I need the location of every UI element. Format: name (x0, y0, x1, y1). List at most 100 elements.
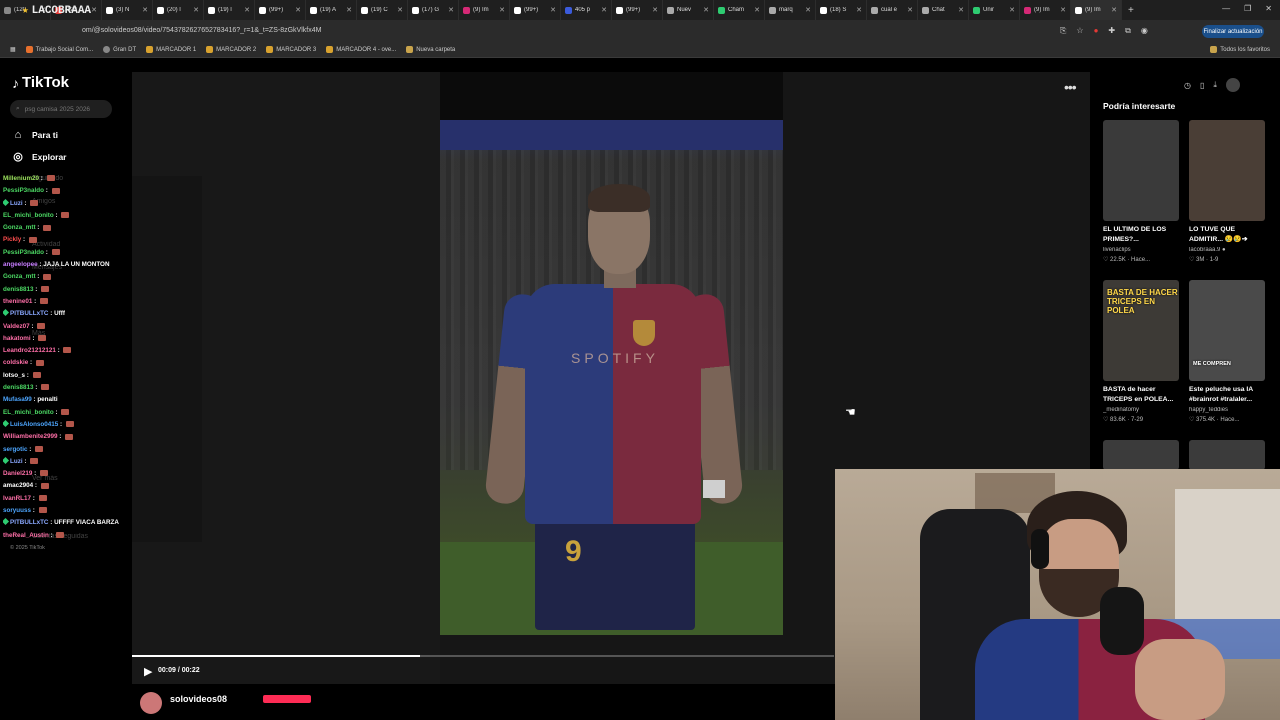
tab-close-icon[interactable]: ✕ (601, 6, 607, 14)
puzzle-icon[interactable]: ⧉ (1125, 26, 1131, 36)
chat-username[interactable]: Pickly (3, 236, 21, 243)
browser-tab[interactable]: (19) A ✕ (306, 0, 357, 20)
browser-tab[interactable]: (17) G ✕ (408, 0, 459, 20)
follow-button[interactable] (263, 695, 311, 703)
browser-tab[interactable]: 405 p ✕ (561, 0, 612, 20)
suggestion-user[interactable]: liveriaclips (1103, 247, 1179, 253)
tab-close-icon[interactable]: ✕ (1060, 6, 1066, 14)
tab-close-icon[interactable]: ✕ (1009, 6, 1015, 14)
browser-tab[interactable]: (9) Im ✕ (1071, 0, 1122, 20)
update-button[interactable]: Finalizar actualización (1202, 25, 1264, 38)
browser-tab[interactable]: (18) S ✕ (816, 0, 867, 20)
chat-username[interactable]: Daniel219 (3, 470, 32, 477)
bookmark-item[interactable]: MARCADOR 4 - ove... (326, 46, 396, 53)
progress-bar[interactable] (132, 655, 834, 657)
chat-username[interactable]: EL_michi_bonito (3, 212, 54, 219)
bookmark-item[interactable]: Trabajo Social Com... (25, 46, 93, 53)
chat-username[interactable]: Gonza_mtt (3, 224, 36, 231)
tab-close-icon[interactable]: ✕ (1111, 6, 1117, 14)
suggestion-card[interactable]: EL ULTIMO DE LOS PRIMES?... liveriaclips ♡… (1103, 120, 1179, 263)
chat-username[interactable]: Gonza_mtt (3, 273, 36, 280)
chat-username[interactable]: PITBULLxTC (10, 310, 48, 317)
chat-username[interactable]: coldskie (3, 359, 28, 366)
browser-tab[interactable]: (9) Im ✕ (1020, 0, 1071, 20)
chat-username[interactable]: denis8813 (3, 384, 33, 391)
browser-tab[interactable]: (99+) ✕ (612, 0, 663, 20)
bookmark-item[interactable]: MARCADOR 2 (206, 46, 256, 53)
suggestion-thumbnail[interactable] (1189, 440, 1265, 470)
tab-close-icon[interactable]: ✕ (652, 6, 658, 14)
suggestion-thumbnail[interactable] (1103, 120, 1179, 221)
browser-tab[interactable]: (9) Im ✕ (459, 0, 510, 20)
tab-close-icon[interactable]: ✕ (754, 6, 760, 14)
suggestion-thumbnail[interactable]: ME COMPREN (1189, 280, 1265, 381)
tab-close-icon[interactable]: ✕ (550, 6, 556, 14)
chat-username[interactable]: Valdez07 (3, 323, 30, 330)
browser-tab[interactable]: (19) l ✕ (204, 0, 255, 20)
bookmark-item[interactable]: Gran DT (103, 46, 136, 53)
chat-username[interactable]: hakatomi (3, 335, 31, 342)
browser-tab[interactable]: Unir ✕ (969, 0, 1020, 20)
suggestion-thumbnail[interactable]: BASTA DE HACER TRICEPS EN POLEA (1103, 280, 1179, 381)
bookmark-star-icon[interactable]: ☆ (1076, 26, 1083, 36)
chat-username[interactable]: amac2904 (3, 482, 33, 489)
more-options-button[interactable]: ••• (1064, 79, 1077, 95)
new-tab-button[interactable]: + (1128, 5, 1134, 16)
tab-close-icon[interactable]: ✕ (295, 6, 301, 14)
suggestion-caption[interactable]: LO TUVE QUE ADMITIR... 😢😢➔ (1189, 225, 1265, 245)
browser-tab[interactable]: marq ✕ (765, 0, 816, 20)
minimize-icon[interactable]: — (1222, 4, 1230, 13)
chat-username[interactable]: sergotic (3, 446, 28, 453)
bookmark-item[interactable]: MARCADOR 1 (146, 46, 196, 53)
suggestion-caption[interactable]: EL ULTIMO DE LOS PRIMES?... (1103, 225, 1179, 245)
suggestion-user[interactable]: happy_teddies (1189, 407, 1265, 413)
chat-username[interactable]: PessiP3naldo (3, 249, 44, 256)
tab-close-icon[interactable]: ✕ (346, 6, 352, 14)
extension-icon[interactable]: ✚ (1108, 26, 1115, 36)
tab-close-icon[interactable]: ✕ (193, 6, 199, 14)
suggestion-caption[interactable]: BASTA de hacer TRICEPS en POLEA... (1103, 385, 1179, 405)
nav-explore[interactable]: ◎ Explorar (12, 151, 66, 163)
video-frame[interactable]: SPOTIFY 9 (440, 72, 783, 635)
author-name[interactable]: solovideos08 (170, 694, 227, 704)
chat-username[interactable]: LuisAlonso0415 (10, 421, 58, 428)
browser-tab[interactable]: (99+) ✕ (255, 0, 306, 20)
play-icon[interactable]: ▶ (144, 665, 152, 678)
bookmark-item[interactable]: MARCADOR 3 (266, 46, 316, 53)
chat-username[interactable]: Leandro21212121 (3, 347, 56, 354)
chat-username[interactable]: angeelopee (3, 261, 38, 268)
chat-username[interactable]: Mufasa99 (3, 396, 32, 403)
chat-username[interactable]: IvanRL17 (3, 495, 31, 502)
chat-username[interactable]: Millenium20 (3, 175, 39, 182)
tab-close-icon[interactable]: ✕ (856, 6, 862, 14)
tiktok-logo[interactable]: ♪ TikTok (12, 74, 69, 91)
suggestion-caption[interactable]: Este peluche usa IA #brainrot #tralaler.… (1189, 385, 1265, 405)
chat-username[interactable]: Williambenite2999 (3, 433, 58, 440)
profile-icon[interactable]: ◉ (1141, 26, 1148, 36)
suggestion-card-partial[interactable] (1103, 440, 1179, 470)
tab-close-icon[interactable]: ✕ (244, 6, 250, 14)
suggestion-card[interactable]: LO TUVE QUE ADMITIR... 😢😢➔ lacobraaa.9 ● ♡… (1189, 120, 1265, 263)
download-icon[interactable]: ⤓ (1213, 80, 1217, 90)
tab-close-icon[interactable]: ✕ (448, 6, 454, 14)
tab-close-icon[interactable]: ✕ (397, 6, 403, 14)
chat-username[interactable]: Luzi (10, 458, 23, 465)
browser-tab[interactable]: Nuev ✕ (663, 0, 714, 20)
browser-tab[interactable]: (19) C ✕ (357, 0, 408, 20)
chat-username[interactable]: soryuuss (3, 507, 31, 514)
chat-username[interactable]: PessiP3naldo (3, 187, 44, 194)
suggestion-card-partial[interactable] (1189, 440, 1265, 470)
suggestion-card[interactable]: BASTA DE HACER TRICEPS EN POLEA BASTA de … (1103, 280, 1179, 423)
suggestion-user[interactable]: _medinatomy (1103, 407, 1179, 413)
apps-icon[interactable]: ▦ (10, 46, 16, 53)
chat-username[interactable]: denis8813 (3, 286, 33, 293)
author-avatar[interactable] (140, 692, 162, 714)
browser-tab[interactable]: Cham ✕ (714, 0, 765, 20)
chat-username[interactable]: theReal_Austin (3, 532, 49, 539)
tab-close-icon[interactable]: ✕ (91, 6, 97, 14)
chat-username[interactable]: lotso_s (3, 372, 25, 379)
phone-icon[interactable]: ▯ (1200, 81, 1204, 90)
browser-tab[interactable]: Chat ✕ (918, 0, 969, 20)
browser-tab[interactable]: (99+) ✕ (510, 0, 561, 20)
tab-close-icon[interactable]: ✕ (703, 6, 709, 14)
